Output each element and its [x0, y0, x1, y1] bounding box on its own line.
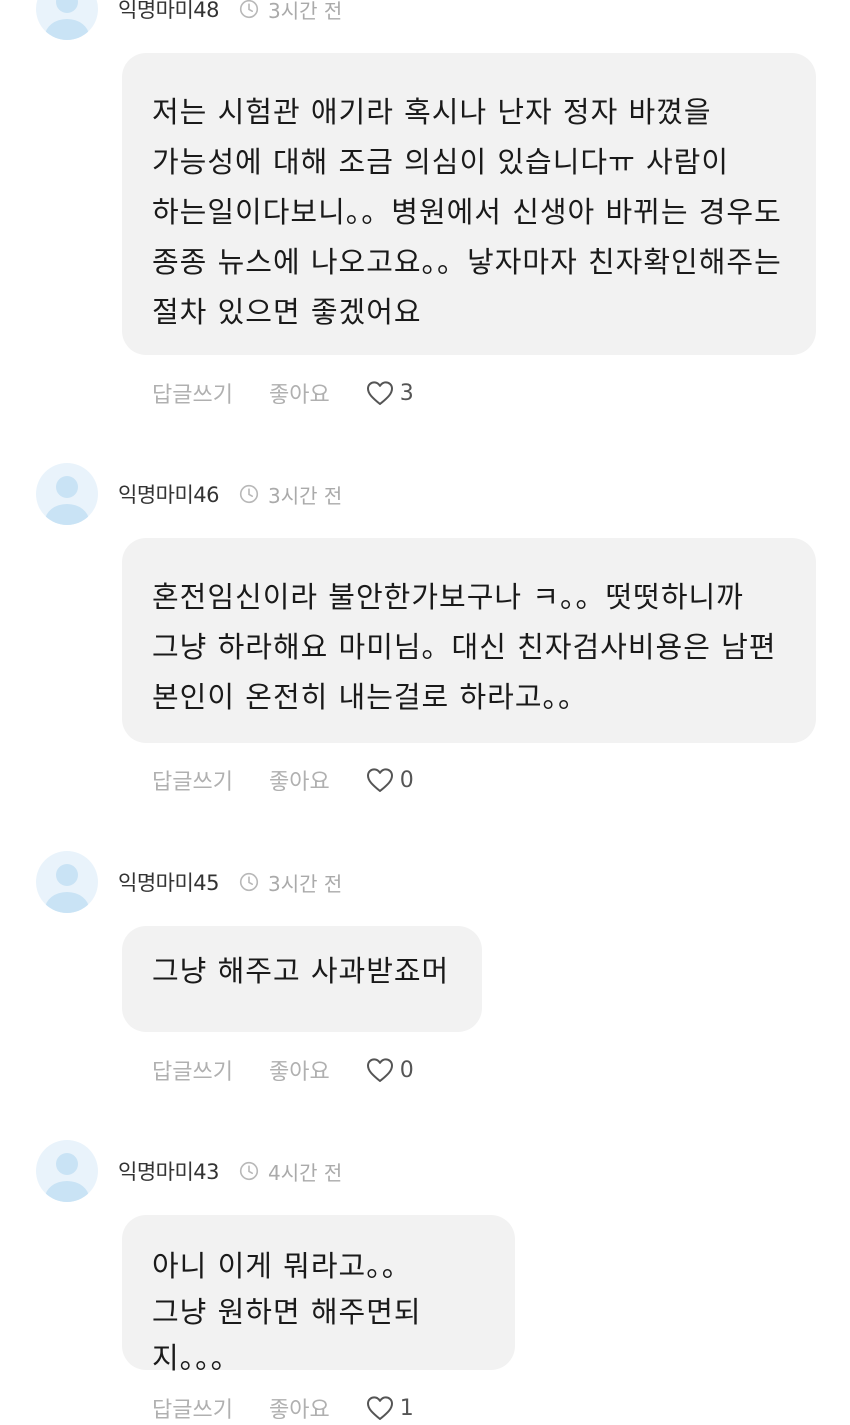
heart-icon [366, 1058, 393, 1082]
comment-time: 3시간 전 [268, 0, 343, 23]
avatar[interactable] [36, 851, 98, 913]
comment-text: 저는 시험관 애기라 혹시나 난자 정자 바꼈을 가능성에 대해 조금 의심이 … [152, 95, 782, 329]
reply-button[interactable]: 답글쓰기 [152, 377, 233, 409]
comment-text: 그냥 해주고 사과받죠머 [152, 954, 450, 988]
comment-actions: 답글쓰기 좋아요 3 [152, 376, 414, 410]
like-count: 0 [399, 1057, 414, 1083]
avatar[interactable] [36, 1140, 98, 1202]
like-count: 3 [399, 380, 414, 406]
comment-text: 혼전임신이라 불안한가보구나 ㅋ。。떳떳하니까 그냥 하라해요 마미님。대신 친… [152, 580, 777, 714]
comment-time: 4시간 전 [268, 1160, 343, 1185]
heart-icon [366, 1396, 393, 1420]
like-count: 0 [399, 767, 414, 793]
comment-meta: 익명마미46 3시간 전 [118, 479, 342, 509]
default-user-icon [45, 476, 89, 525]
like-button[interactable]: 좋아요 [269, 1392, 330, 1424]
default-user-icon [45, 1153, 89, 1202]
heart-icon [366, 768, 393, 792]
reply-button[interactable]: 답글쓰기 [152, 1392, 233, 1424]
like-button[interactable]: 좋아요 [269, 377, 330, 409]
avatar[interactable] [36, 463, 98, 525]
comment-bubble: 아니 이게 뭐라고。。 그냥 원하면 해주면되지。。。 [122, 1215, 515, 1375]
clock-icon [239, 484, 259, 504]
like-button[interactable]: 좋아요 [269, 764, 330, 796]
like-count-button[interactable]: 1 [366, 1395, 414, 1421]
comment-time: 3시간 전 [268, 483, 343, 508]
heart-icon [366, 381, 393, 405]
nickname[interactable]: 익명마미48 [118, 0, 220, 24]
like-count-button[interactable]: 3 [366, 380, 414, 406]
reply-button[interactable]: 답글쓰기 [152, 764, 233, 796]
comment-meta: 익명마미45 3시간 전 [118, 867, 342, 897]
comment-meta: 익명마미43 4시간 전 [118, 1156, 342, 1186]
like-button[interactable]: 좋아요 [269, 1054, 330, 1086]
comment-meta: 익명마미48 3시간 전 [118, 0, 342, 24]
comment-bubble: 혼전임신이라 불안한가보구나 ㅋ。。떳떳하니까 그냥 하라해요 마미님。대신 친… [122, 538, 816, 743]
nickname[interactable]: 익명마미43 [118, 1156, 220, 1186]
like-count: 1 [399, 1395, 414, 1421]
default-user-icon [45, 864, 89, 913]
clock-icon [239, 0, 259, 19]
comment-text: 아니 이게 뭐라고。。 그냥 원하면 해주면되지。。。 [152, 1249, 422, 1375]
comment-bubble: 저는 시험관 애기라 혹시나 난자 정자 바꼈을 가능성에 대해 조금 의심이 … [122, 53, 816, 355]
reply-button[interactable]: 답글쓰기 [152, 1054, 233, 1086]
comment-actions: 답글쓰기 좋아요 1 [152, 1391, 414, 1425]
like-count-button[interactable]: 0 [366, 767, 414, 793]
comment-actions: 답글쓰기 좋아요 0 [152, 763, 414, 797]
clock-icon [239, 1161, 259, 1181]
default-user-icon [45, 0, 89, 40]
avatar[interactable] [36, 0, 98, 40]
comment-actions: 답글쓰기 좋아요 0 [152, 1053, 414, 1087]
clock-icon [239, 872, 259, 892]
nickname[interactable]: 익명마미46 [118, 479, 220, 509]
nickname[interactable]: 익명마미45 [118, 867, 220, 897]
comment-bubble: 그냥 해주고 사과받죠머 [122, 926, 482, 1032]
comment-time: 3시간 전 [268, 871, 343, 896]
like-count-button[interactable]: 0 [366, 1057, 414, 1083]
